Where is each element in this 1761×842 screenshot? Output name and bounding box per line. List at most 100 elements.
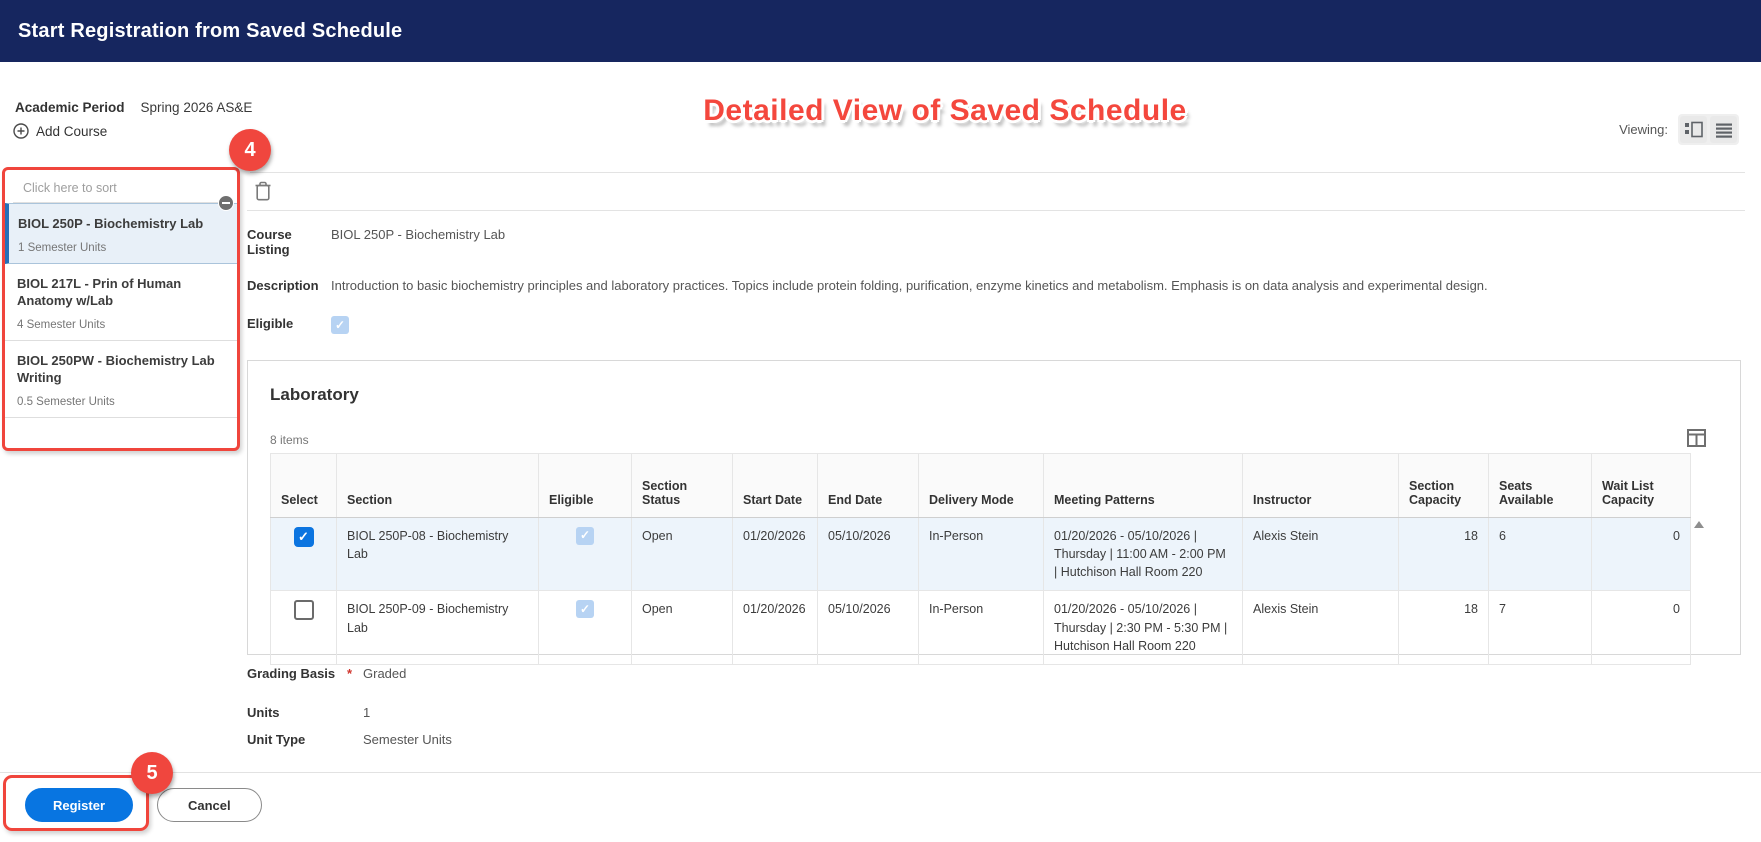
saved-schedule-course-list: BIOL 250P - Biochemistry Lab 1 Semester … [2, 167, 240, 451]
sections-table-wrap: Select Section Eligible Section Status S… [270, 453, 1720, 665]
unit-type-field: Unit Type Semester Units [247, 732, 452, 747]
course-listing-label: Course Listing [247, 227, 292, 257]
course-title: BIOL 250P - Biochemistry Lab [18, 216, 204, 231]
detail-view-toggle[interactable] [1680, 116, 1707, 143]
description-value: Introduction to basic biochemistry princ… [331, 278, 1488, 293]
col-header-end-date[interactable]: End Date [817, 453, 919, 518]
col-header-eligible[interactable]: Eligible [538, 453, 632, 518]
remove-course-icon[interactable] [218, 195, 234, 211]
col-header-section-status[interactable]: Section Status [631, 453, 733, 518]
detail-view-icon [1684, 121, 1703, 138]
start-date-cell: 01/20/2026 [732, 590, 818, 665]
course-item-biol-217l[interactable]: BIOL 217L - Prin of Human Anatomy w/Lab … [5, 263, 237, 341]
course-detail-fields: Course Listing BIOL 250P - Biochemistry … [247, 227, 1721, 355]
col-header-delivery-mode[interactable]: Delivery Mode [918, 453, 1044, 518]
col-header-section[interactable]: Section [336, 453, 539, 518]
annotation-heading: Detailed View of Saved Schedule [703, 94, 1187, 127]
col-header-seats-available[interactable]: Seats Available [1488, 453, 1592, 518]
table-header-row: Select Section Eligible Section Status S… [270, 453, 1691, 518]
scroll-up-icon[interactable] [1694, 521, 1704, 528]
annotation-box-register [3, 775, 149, 831]
summary-fields: Grading Basis * Graded Units 1 Unit Type… [247, 666, 452, 771]
sections-table: Select Section Eligible Section Status S… [270, 453, 1691, 665]
annotation-step-5: 5 [131, 752, 173, 794]
course-item-biol-250p[interactable]: BIOL 250P - Biochemistry Lab 1 Semester … [5, 195, 237, 264]
delete-course-button[interactable] [253, 180, 273, 202]
seats-available-cell: 7 [1488, 590, 1592, 665]
status-cell: Open [631, 516, 733, 592]
select-checkbox[interactable] [293, 600, 314, 621]
section-row-250p-09: BIOL 250P-09 - Biochemistry Lab ✓ Open 0… [270, 590, 1691, 665]
table-meta-row: 8 items [270, 429, 1718, 447]
unit-type-value: Semester Units [363, 732, 452, 747]
start-date-cell: 01/20/2026 [732, 516, 818, 592]
section-capacity-cell: 18 [1398, 590, 1489, 665]
course-units: 1 Semester Units [18, 241, 107, 254]
trash-icon [253, 180, 273, 202]
section-cell: BIOL 250P-08 - Biochemistry Lab [336, 516, 539, 592]
delivery-mode-cell: In-Person [918, 516, 1044, 592]
academic-period-label: Academic Period [15, 100, 125, 115]
col-header-start-date[interactable]: Start Date [732, 453, 818, 518]
sort-input[interactable] [13, 173, 229, 203]
annotation-step-4: 4 [229, 129, 271, 171]
col-header-section-capacity[interactable]: Section Capacity [1398, 453, 1489, 518]
col-header-meeting-patterns[interactable]: Meeting Patterns [1043, 453, 1243, 518]
meeting-patterns-cell: 01/20/2026 - 05/10/2026 | Thursday | 2:3… [1043, 590, 1243, 665]
course-units: 4 Semester Units [17, 318, 106, 331]
divider [250, 172, 1745, 173]
viewing-label: Viewing: [1619, 122, 1668, 137]
delivery-mode-cell: In-Person [918, 590, 1044, 665]
footer-divider [0, 772, 1761, 773]
course-listing-field: Course Listing BIOL 250P - Biochemistry … [247, 227, 1721, 257]
section-capacity-cell: 18 [1398, 516, 1489, 592]
section-row-250p-08: ✓ BIOL 250P-08 - Biochemistry Lab ✓ Open… [270, 516, 1691, 592]
view-toggle-group [1678, 114, 1739, 145]
end-date-cell: 05/10/2026 [817, 590, 919, 665]
grading-basis-label: Grading Basis [247, 666, 336, 681]
col-header-instructor[interactable]: Instructor [1242, 453, 1399, 518]
items-count: 8 items [270, 433, 309, 447]
eligible-label: Eligible [247, 315, 294, 331]
table-columns-icon [1687, 429, 1706, 447]
col-header-wait-list-capacity[interactable]: Wait List Capacity [1591, 453, 1691, 518]
page-title: Start Registration from Saved Schedule [18, 19, 403, 42]
description-field: Description Introduction to basic bioche… [247, 278, 1721, 295]
column-settings-button[interactable] [1687, 429, 1706, 447]
plus-circle-icon [13, 123, 29, 139]
laboratory-panel: Laboratory 8 items Select Section Eligib… [247, 360, 1741, 665]
units-value: 1 [363, 705, 371, 720]
course-title: BIOL 217L - Prin of Human Anatomy w/Lab [17, 275, 182, 309]
cancel-button[interactable]: Cancel [157, 788, 262, 822]
academic-period-value: Spring 2026 AS&E [140, 100, 253, 115]
select-checkbox[interactable]: ✓ [293, 527, 314, 547]
viewing-control: Viewing: [1619, 114, 1739, 145]
meeting-patterns-cell: 01/20/2026 - 05/10/2026 | Thursday | 11:… [1043, 516, 1243, 592]
eligible-checkbox: ✓ [331, 315, 349, 334]
description-label: Description [247, 278, 319, 293]
academic-period-row: Academic Period Spring 2026 AS&E [15, 100, 252, 115]
table-scrollbar[interactable] [1691, 453, 1705, 665]
add-course-label: Add Course [36, 123, 108, 139]
col-header-select[interactable]: Select [270, 453, 337, 518]
section-cell: BIOL 250P-09 - Biochemistry Lab [336, 590, 539, 665]
instructor-cell: Alexis Stein [1242, 516, 1399, 592]
divider [247, 210, 1745, 211]
eligible-checkbox: ✓ [576, 600, 594, 619]
eligible-field: Eligible ✓ [247, 315, 1721, 334]
list-view-toggle[interactable] [1710, 116, 1737, 143]
course-listing-value: BIOL 250P - Biochemistry Lab [331, 227, 506, 242]
grading-basis-field: Grading Basis * Graded [247, 666, 452, 681]
laboratory-title: Laboratory [270, 385, 359, 404]
wait-list-capacity-cell: 0 [1591, 516, 1691, 592]
list-view-icon [1715, 122, 1733, 138]
seats-available-cell: 6 [1488, 516, 1592, 592]
course-title: BIOL 250PW - Biochemistry Lab Writing [17, 352, 215, 386]
grading-basis-value: Graded [363, 666, 407, 681]
end-date-cell: 05/10/2026 [817, 516, 919, 592]
instructor-cell: Alexis Stein [1242, 590, 1399, 665]
eligible-checkbox: ✓ [576, 527, 594, 545]
add-course-button[interactable]: Add Course [13, 123, 107, 139]
unit-type-label: Unit Type [247, 732, 306, 747]
course-item-biol-250pw[interactable]: BIOL 250PW - Biochemistry Lab Writing 0.… [5, 340, 237, 418]
